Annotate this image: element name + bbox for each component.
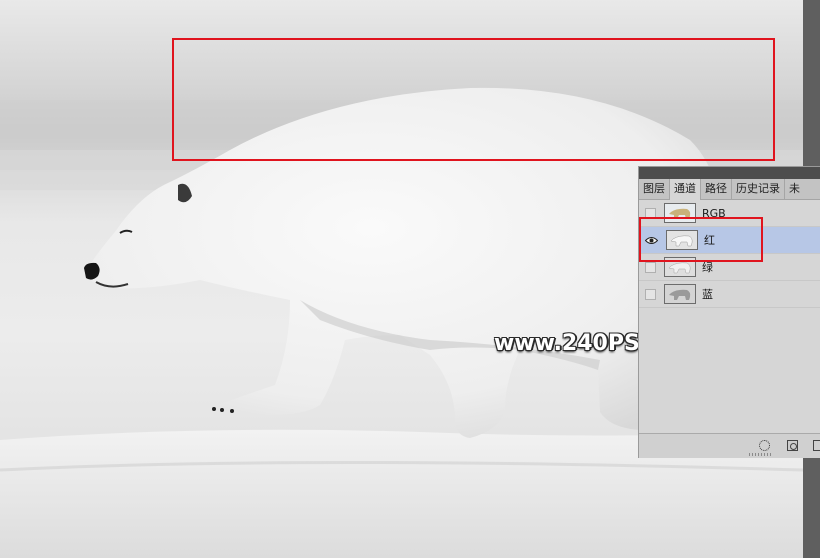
channel-name: 蓝 — [702, 288, 713, 301]
panel-tabs: 图层 通道 路径 历史记录 未 — [639, 179, 820, 200]
selection-highlight-top — [172, 38, 775, 161]
tab-overflow[interactable]: 未 — [785, 179, 804, 199]
channels-panel: 图层 通道 路径 历史记录 未 RGB 红 绿 蓝 — [638, 166, 820, 458]
visibility-toggle[interactable] — [645, 288, 656, 300]
tab-channels[interactable]: 通道 — [670, 179, 701, 200]
tab-layers[interactable]: 图层 — [639, 179, 670, 199]
selection-highlight-red-channel — [639, 217, 763, 262]
tab-paths[interactable]: 路径 — [701, 179, 732, 199]
panel-footer — [639, 433, 820, 458]
load-selection-icon[interactable] — [759, 440, 770, 451]
save-selection-icon[interactable] — [787, 440, 798, 451]
resize-grip[interactable] — [749, 453, 773, 456]
tab-history[interactable]: 历史记录 — [732, 179, 785, 199]
channel-row-blue[interactable]: 蓝 — [639, 281, 820, 308]
panel-title-bar[interactable] — [639, 167, 820, 179]
new-channel-icon[interactable] — [813, 440, 820, 451]
visibility-toggle[interactable] — [645, 261, 656, 273]
channel-thumbnail — [664, 284, 696, 304]
